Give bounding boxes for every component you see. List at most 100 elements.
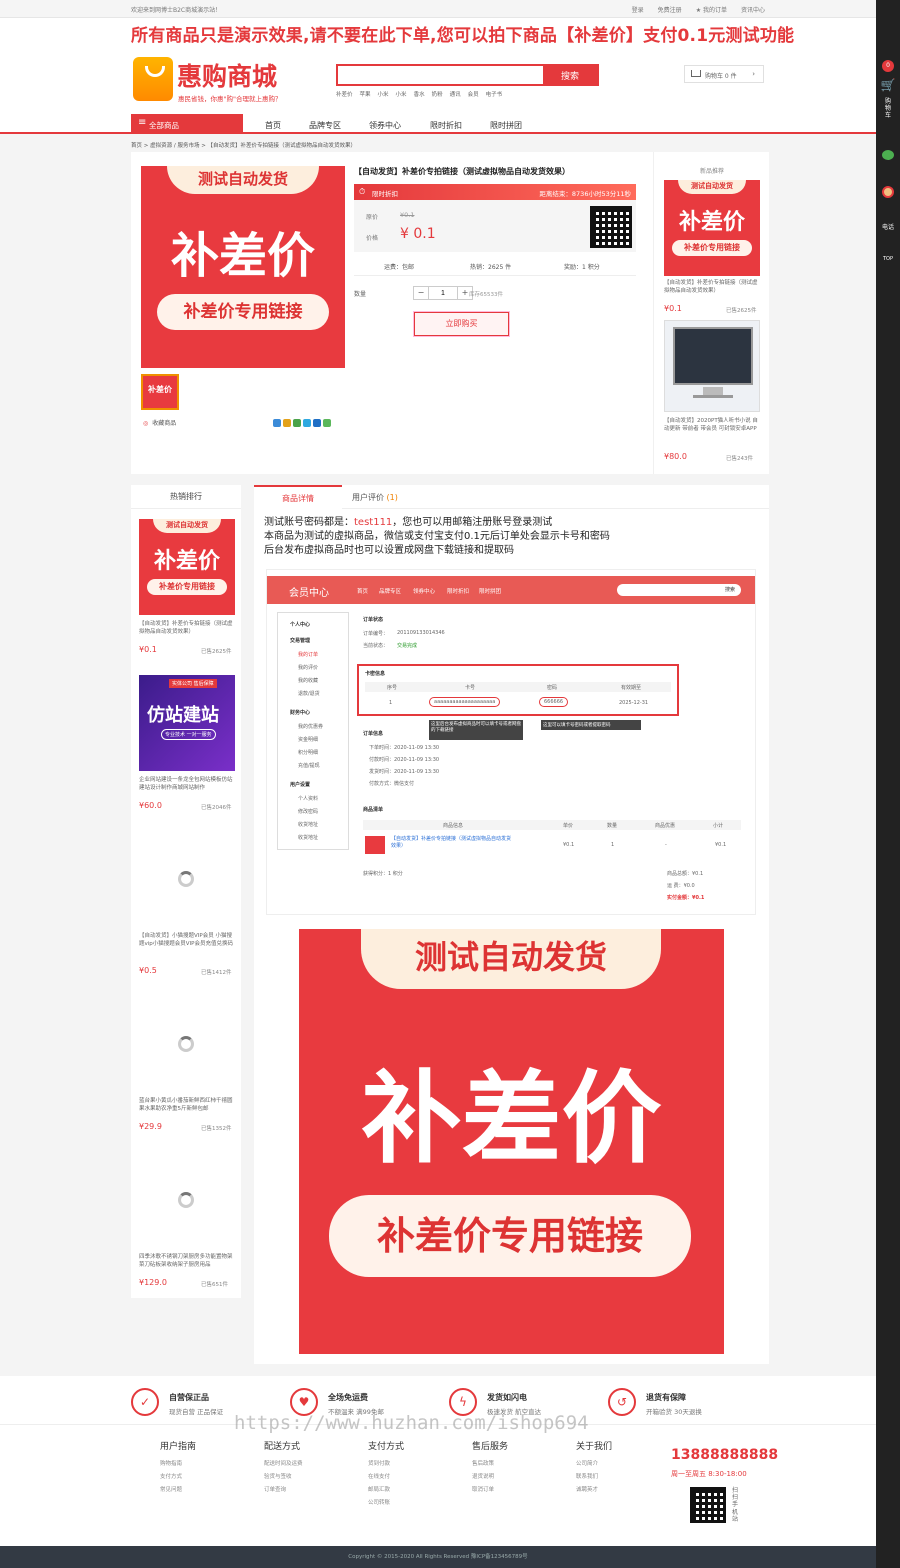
recommend-price: ¥0.1 [664,304,682,313]
favorite-button[interactable]: 收藏商品 [143,418,176,427]
sold-count: 热销：2625 件 [470,264,512,271]
login-link[interactable]: 登录 [632,5,644,14]
reward-points: 奖励：1 积分 [564,264,600,271]
news-center-link[interactable]: 资讯中心 [741,5,765,14]
footer-link[interactable]: 购物指南 [160,1458,196,1471]
demo-notice-text: 所有商品只是演示效果,请不要在此下单,您可以拍下商品【补差价】支付0.1元测试功… [131,26,795,46]
hot-item-image[interactable]: 实体公司 售后保障 仿站建站 专业技术 一对一服务 [139,675,235,771]
hot-keyword[interactable]: 电子书 [486,90,503,98]
footer-column-head: 关于我们 [576,1442,613,1452]
shot-left-item: 用户设置 [290,782,311,788]
quantity-stepper: − + [413,286,473,300]
footer-link[interactable]: 在线支付 [368,1471,404,1484]
feature-title: 全场免运费 [328,1393,368,1402]
footer-link[interactable]: 常见问题 [160,1484,196,1497]
shot-order-status: 订单状态 [363,617,384,623]
recommend-title[interactable]: 【自动发货】补差价专拍链接（测试虚拟物品自动发货效果） [664,280,762,296]
buy-now-button[interactable]: 立即购买 [414,312,509,336]
footer-link[interactable]: 联系我们 [576,1471,612,1484]
feature-title: 自营保正品 [169,1393,209,1402]
copyright: Copyright © 2015-2020 All Rights Reserve… [0,1546,876,1568]
quantity-input[interactable] [428,287,458,299]
recommend-title[interactable]: 【自动发货】2020PT猫人听书小说 自动更新 带前者 带会员 可封锁安卓APP [664,418,762,434]
hot-item-title[interactable]: 蓝台果小黄瓜小番茄新鲜西红柿千禧圆果水果助农净重5斤新鲜包邮 [139,1098,237,1114]
logo-icon[interactable] [133,57,173,101]
product-main-image[interactable]: 测试自动发货 补差价 补差价专用链接 [141,166,345,368]
logo-name[interactable]: 惠购商城 [177,57,277,93]
search-button[interactable]: 搜索 [543,66,597,84]
hot-item-image[interactable]: 测试自动发货 补差价 补差价专用链接 [139,519,235,615]
nav-coupons[interactable]: 领券中心 [369,120,401,131]
hot-keyword[interactable]: 小米 [378,90,389,98]
shot-goods-header: 商品信息 [443,823,464,829]
hot-keyword[interactable]: 补差价 [336,90,353,98]
footer-link[interactable]: 取消订单 [472,1484,508,1497]
desc-suffix: ，您也可以用邮箱注册账号登录测试 [392,517,553,528]
shot-tip2: 这里可以填卡号密码或者提取密码 [541,720,641,730]
share-icon[interactable] [293,419,301,427]
footer-column: 关于我们 公司简介 联系我们 诚聘英才 [576,1439,612,1497]
cart-badge: 0 [876,60,900,72]
footer-link[interactable]: 邮局汇款 [368,1484,404,1497]
nav-home[interactable]: 首页 [265,120,281,131]
hot-keyword[interactable]: 小米 [396,90,407,98]
share-icon[interactable] [323,419,331,427]
breadcrumb[interactable]: 首页 > 虚拟资源 / 服务市场 > 【自动发货】补差价专拍链接（测试虚拟物品自… [131,141,356,149]
hot-item-title[interactable]: 企业网站建设一条龙全包网站模板仿站建站设计制作商城网站制作 [139,777,237,793]
back-to-top-button[interactable]: TOP [876,256,900,262]
product-thumbnail[interactable]: 补差价 [141,374,179,410]
site-header: 惠购商城 惠民省钱，你惠"购"合理就上惠购？ 搜索 补差价 苹果 小米 小米 香… [0,48,876,114]
hot-keyword[interactable]: 香水 [414,90,425,98]
share-icon[interactable] [273,419,281,427]
shot-tip1: 这里后台发布虚拟商品时可以填卡号或者网盘的下载链接 [429,720,523,740]
minus-button[interactable]: − [414,287,428,299]
tab-detail[interactable]: 商品详情 [254,485,342,509]
share-icon[interactable] [313,419,321,427]
nav-group-buy[interactable]: 限时拼团 [490,120,522,131]
footer-link[interactable]: 诚聘英才 [576,1484,612,1497]
footer-link[interactable]: 订单查询 [264,1484,303,1497]
user-icon[interactable] [876,186,900,200]
share-icon[interactable] [303,419,311,427]
hot-item-title[interactable]: 四季沐歌不锈钢刀架厨房多功能置物架菜刀砧板架收纳架子厨房用品 [139,1254,237,1270]
my-orders-link[interactable]: ★ 我的订单 [696,5,727,14]
wechat-icon[interactable] [876,150,900,162]
qr-code-icon [590,206,632,248]
rightbar-cart-label[interactable]: 购物车 [884,98,892,120]
hot-keyword[interactable]: 奶粉 [432,90,443,98]
site-banner-title: 仿站建站 [147,705,219,726]
shot-left-item: 个人中心 [290,622,311,628]
hot-item-price: ¥29.9 [139,1122,162,1131]
right-toolbar: 0 🛒 购物车 电话 TOP [876,0,900,1568]
footer-link[interactable]: 售后政策 [472,1458,508,1471]
cart-icon[interactable]: 🛒 [876,78,900,92]
footer-link[interactable]: 配送时间及运费 [264,1458,303,1471]
footer-link[interactable]: 退货说明 [472,1471,508,1484]
phone-label[interactable]: 电话 [876,222,900,231]
hot-item-title[interactable]: 【自动发货】补差价专拍链接（测试虚拟物品自动发货效果） [139,621,237,637]
all-categories-button[interactable]: 全部商品 [131,114,243,134]
qr-code-icon [690,1487,726,1523]
footer-column: 售后服务 售后政策 退货说明 取消订单 [472,1439,508,1497]
hotline-number: 13888888888 [671,1447,779,1463]
footer-link[interactable]: 公司转账 [368,1497,404,1510]
register-link[interactable]: 免费注册 [658,5,682,14]
nav-flash-discount[interactable]: 限时折扣 [430,120,462,131]
recommend-image[interactable]: 测试自动发货 补差价 补差价专用链接 [664,180,760,276]
shot-order-no: 201109133014346 [397,630,445,636]
nav-brands[interactable]: 品牌专区 [309,120,341,131]
hot-item-title[interactable]: 【自动发货】小猫搜题VIP会员 小猫搜题vip小猫搜题会员VIP会员充值兑换码 [139,933,237,949]
footer-link[interactable]: 验货与签收 [264,1471,303,1484]
tab-reviews[interactable]: 用户评价 (1) [352,492,398,503]
hot-keyword[interactable]: 苹果 [360,90,371,98]
footer-link[interactable]: 货到付款 [368,1458,404,1471]
footer-link[interactable]: 公司简介 [576,1458,612,1471]
hot-keyword[interactable]: 会员 [468,90,479,98]
recommend-image[interactable] [664,320,760,412]
hot-keyword[interactable]: 通讯 [450,90,461,98]
share-icon[interactable] [283,419,291,427]
footer-link[interactable]: 支付方式 [160,1471,196,1484]
hot-keywords: 补差价 苹果 小米 小米 香水 奶粉 通讯 会员 电子书 [336,90,502,98]
search-input[interactable] [338,66,543,84]
cart-button[interactable]: 购物车 0 件 › [684,65,764,83]
